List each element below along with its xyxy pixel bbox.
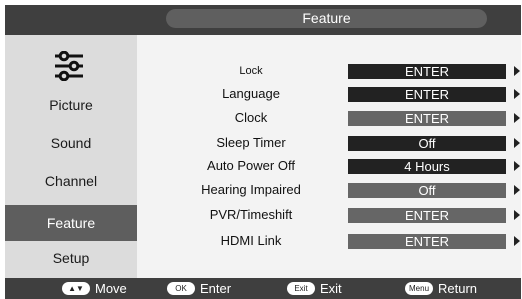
chevron-right-icon — [514, 185, 520, 195]
sidebar-item-sound[interactable]: Sound — [5, 125, 137, 161]
chevron-right-icon — [514, 138, 520, 148]
sidebar-item-feature[interactable]: Feature — [5, 205, 137, 241]
chevron-right-icon — [514, 89, 520, 99]
chevron-right-icon — [514, 113, 520, 123]
setting-row-auto-power-off[interactable]: Auto Power Off 4 Hours — [137, 156, 521, 176]
setting-label-lock: Lock — [239, 65, 263, 77]
setting-value-pvr-timeshift[interactable]: ENTER — [348, 208, 506, 223]
tv-menu-screen: Feature Picture Sound Channel Feature Se… — [0, 0, 522, 299]
setting-label-clock: Clock — [234, 110, 268, 125]
setting-label-hdmi-link: HDMI Link — [220, 233, 282, 248]
enter-hint: OK Enter — [167, 278, 231, 299]
move-label: Move — [95, 281, 127, 296]
return-hint: Menu Return — [405, 278, 477, 299]
setting-row-language[interactable]: Language ENTER — [137, 84, 521, 104]
setting-row-clock[interactable]: Clock ENTER — [137, 108, 521, 128]
move-hint: ▲▼ Move — [62, 278, 127, 299]
setting-value-auto-power-off[interactable]: 4 Hours — [348, 159, 506, 174]
sliders-icon — [55, 51, 83, 81]
page-title: Feature — [166, 9, 487, 28]
chevron-right-icon — [514, 161, 520, 171]
sidebar-item-channel[interactable]: Channel — [5, 163, 137, 199]
enter-label: Enter — [200, 281, 232, 296]
setting-value-sleep-timer[interactable]: Off — [348, 136, 506, 151]
chevron-right-icon — [514, 66, 520, 76]
setting-label-auto-power-off: Auto Power Off — [207, 158, 295, 173]
setting-value-hearing-impaired[interactable]: Off — [348, 183, 506, 198]
chevron-right-icon — [514, 210, 520, 220]
exit-key-icon: Exit — [287, 282, 315, 295]
ok-key-icon: OK — [167, 282, 195, 295]
setting-value-language[interactable]: ENTER — [348, 87, 506, 102]
setting-row-hearing-impaired[interactable]: Hearing Impaired Off — [137, 180, 521, 200]
setting-label-language: Language — [222, 86, 280, 101]
menu-key-icon: Menu — [405, 282, 434, 295]
return-label: Return — [438, 281, 478, 296]
setting-row-sleep-timer[interactable]: Sleep Timer Off — [137, 133, 521, 153]
updown-key-icon: ▲▼ — [62, 282, 90, 295]
setting-value-clock[interactable]: ENTER — [348, 111, 506, 126]
setting-row-pvr-timeshift[interactable]: PVR/Timeshift ENTER — [137, 205, 521, 225]
setting-label-sleep-timer: Sleep Timer — [216, 135, 286, 150]
exit-hint: Exit Exit — [287, 278, 342, 299]
feature-settings-panel: Lock ENTER Language ENTER Clock ENTER Sl… — [137, 35, 521, 278]
sidebar: Picture Sound Channel Feature Setup — [5, 35, 137, 278]
chevron-right-icon — [514, 236, 520, 246]
setting-value-hdmi-link[interactable]: ENTER — [348, 234, 506, 249]
setting-label-hearing-impaired: Hearing Impaired — [201, 182, 301, 197]
setting-row-hdmi-link[interactable]: HDMI Link ENTER — [137, 231, 521, 251]
sidebar-item-picture[interactable]: Picture — [5, 87, 137, 123]
setting-label-pvr-timeshift: PVR/Timeshift — [209, 207, 293, 222]
setting-value-lock[interactable]: ENTER — [348, 64, 506, 79]
footer-hints: ▲▼ Move OK Enter Exit Exit Menu Return — [5, 278, 521, 299]
exit-label: Exit — [320, 281, 342, 296]
setting-row-lock[interactable]: Lock ENTER — [137, 61, 521, 81]
sidebar-item-setup[interactable]: Setup — [5, 240, 137, 276]
